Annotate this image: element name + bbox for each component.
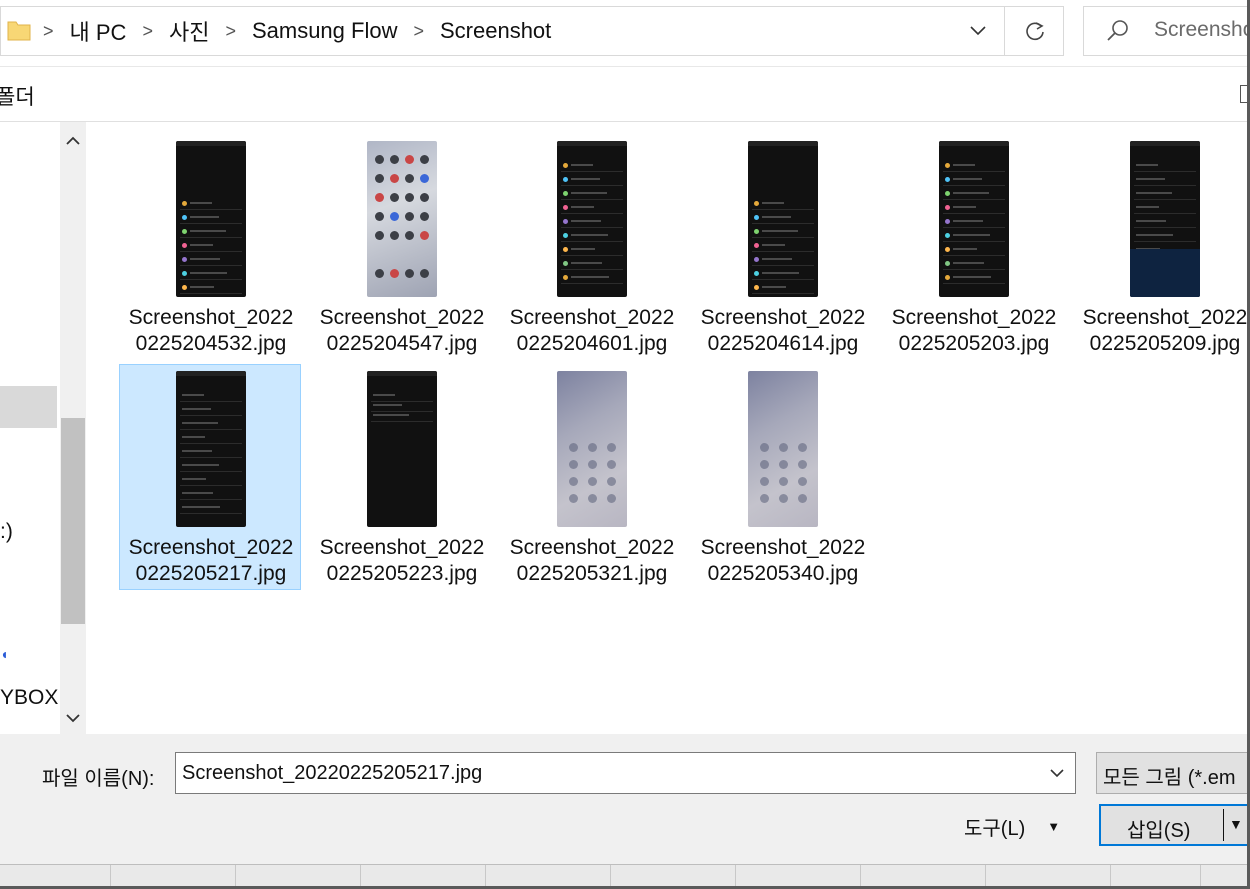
search-input[interactable]: Screensho: [1154, 18, 1250, 42]
chevron-right-icon[interactable]: >: [225, 21, 236, 42]
split-divider: [1223, 809, 1224, 841]
file-name-line: Screenshot_2022: [319, 306, 485, 329]
file-item[interactable]: Screenshot_2022 0225205217.jpg: [119, 364, 301, 590]
file-name-line: Screenshot_2022: [509, 306, 675, 329]
triangle-down-icon[interactable]: ▼: [1229, 816, 1243, 832]
file-item[interactable]: Screenshot_2022 0225204532.jpg: [119, 134, 301, 360]
breadcrumb-my-pc[interactable]: 내 PC: [70, 15, 127, 47]
search-box[interactable]: Screensho: [1083, 6, 1250, 56]
file-name-line: Screenshot_2022: [319, 536, 485, 559]
scroll-down-arrow-icon[interactable]: [60, 704, 86, 732]
file-name: Screenshot_2022 0225205217.jpg: [120, 535, 302, 587]
chevron-right-icon: >: [43, 20, 54, 41]
file-item[interactable]: Screenshot_2022 0225205209.jpg: [1073, 134, 1250, 360]
refresh-icon: [1025, 22, 1044, 41]
nav-item-drive[interactable]: :): [0, 520, 13, 544]
insert-label: 삽입(S): [1127, 820, 1191, 842]
file-name-line: Screenshot_2022: [128, 306, 294, 329]
file-type-select[interactable]: 모든 그림 (*.em: [1096, 752, 1250, 794]
file-name: Screenshot_2022 0225205209.jpg: [1074, 305, 1250, 357]
file-name-line: 0225205217.jpg: [135, 562, 287, 585]
file-item[interactable]: Screenshot_2022 0225205340.jpg: [691, 364, 873, 590]
file-name-line: Screenshot_2022: [1082, 306, 1248, 329]
filename-label: 파일 이름(N):: [42, 768, 155, 790]
filename-combobox[interactable]: [175, 752, 1076, 794]
file-name-line: 0225205203.jpg: [898, 332, 1050, 355]
file-name-line: 0225205340.jpg: [707, 562, 859, 585]
scroll-up-arrow-icon[interactable]: [60, 126, 86, 154]
image-thumbnail: [367, 141, 437, 297]
tools-label: 도구(L): [964, 817, 1026, 840]
navigation-pane: :) ◖ YBOX: [0, 122, 60, 734]
image-thumbnail: [748, 371, 818, 527]
chevron-down-icon[interactable]: [963, 7, 993, 55]
image-thumbnail: [367, 371, 437, 527]
chevron-down-icon[interactable]: [1045, 753, 1069, 793]
image-thumbnail: [557, 371, 627, 527]
file-name: Screenshot_2022 0225205203.jpg: [883, 305, 1065, 357]
file-item[interactable]: Screenshot_2022 0225205321.jpg: [500, 364, 682, 590]
nav-item-selected[interactable]: [0, 386, 57, 428]
file-item[interactable]: Screenshot_2022 0225205223.jpg: [310, 364, 492, 590]
dialog-footer: 파일 이름(N): 모든 그림 (*.em 도구(L) ▼ 삽입(S) ▼: [0, 734, 1250, 889]
triangle-down-icon: ▼: [1047, 818, 1061, 834]
nav-scrollbar[interactable]: [60, 122, 86, 734]
new-folder-button[interactable]: 폴더: [0, 81, 35, 111]
address-bar-area: > 내 PC > 사진 > Samsung Flow > Screenshot …: [0, 0, 1250, 66]
file-item[interactable]: Screenshot_2022 0225204601.jpg: [500, 134, 682, 360]
image-thumbnail: [176, 141, 246, 297]
breadcrumb-samsung-flow[interactable]: Samsung Flow: [252, 18, 398, 44]
file-item[interactable]: Screenshot_2022 0225204614.jpg: [691, 134, 873, 360]
image-thumbnail: [748, 141, 818, 297]
file-name: Screenshot_2022 0225204532.jpg: [120, 305, 302, 357]
chevron-right-icon[interactable]: >: [413, 21, 424, 42]
file-name-line: Screenshot_2022: [509, 536, 675, 559]
image-thumbnail: [1130, 141, 1200, 297]
file-name-line: 0225205223.jpg: [326, 562, 478, 585]
file-name-line: 0225204532.jpg: [135, 332, 287, 355]
file-name-line: Screenshot_2022: [128, 536, 294, 559]
image-thumbnail: [939, 141, 1009, 297]
file-name-line: 0225204614.jpg: [707, 332, 859, 355]
scroll-thumb[interactable]: [61, 418, 85, 624]
file-name: Screenshot_2022 0225204547.jpg: [311, 305, 493, 357]
breadcrumb-pictures[interactable]: 사진: [169, 15, 209, 47]
address-bar[interactable]: > 내 PC > 사진 > Samsung Flow > Screenshot: [0, 6, 1064, 56]
breadcrumb-screenshot[interactable]: Screenshot: [440, 18, 551, 44]
breadcrumb: > 내 PC > 사진 > Samsung Flow > Screenshot: [41, 7, 565, 55]
command-bar: 폴더: [0, 66, 1250, 122]
file-name-line: Screenshot_2022: [891, 306, 1057, 329]
file-name: Screenshot_2022 0225205223.jpg: [311, 535, 493, 587]
file-name: Screenshot_2022 0225205340.jpg: [692, 535, 874, 587]
folder-icon: [7, 21, 31, 41]
tools-button[interactable]: 도구(L) ▼: [958, 808, 1078, 844]
image-thumbnail: [557, 141, 627, 297]
nav-item-icon[interactable]: ◖: [0, 646, 8, 662]
refresh-button[interactable]: [1004, 7, 1064, 55]
file-name-line: 0225204601.jpg: [516, 332, 668, 355]
search-icon: [1107, 20, 1128, 41]
file-item[interactable]: Screenshot_2022 0225205203.jpg: [882, 134, 1064, 360]
file-list: Screenshot_2022 0225204532.jpg Screenshot_…: [86, 122, 1250, 734]
file-name-line: 0225204547.jpg: [326, 332, 478, 355]
file-name: Screenshot_2022 0225204614.jpg: [692, 305, 874, 357]
file-name-line: Screenshot_2022: [700, 536, 866, 559]
file-name-line: Screenshot_2022: [700, 306, 866, 329]
file-name-line: 0225205321.jpg: [516, 562, 668, 585]
file-item[interactable]: Screenshot_2022 0225204547.jpg: [310, 134, 492, 360]
chevron-right-icon[interactable]: >: [142, 21, 153, 42]
file-type-value: 모든 그림 (*.em: [1103, 767, 1236, 789]
insert-button[interactable]: 삽입(S) ▼: [1099, 804, 1250, 846]
nav-item-ybox[interactable]: YBOX: [0, 686, 58, 710]
image-thumbnail: [176, 371, 246, 527]
file-name: Screenshot_2022 0225205321.jpg: [501, 535, 683, 587]
file-name-line: 0225205209.jpg: [1089, 332, 1241, 355]
filename-input[interactable]: [182, 753, 1042, 793]
file-name: Screenshot_2022 0225204601.jpg: [501, 305, 683, 357]
